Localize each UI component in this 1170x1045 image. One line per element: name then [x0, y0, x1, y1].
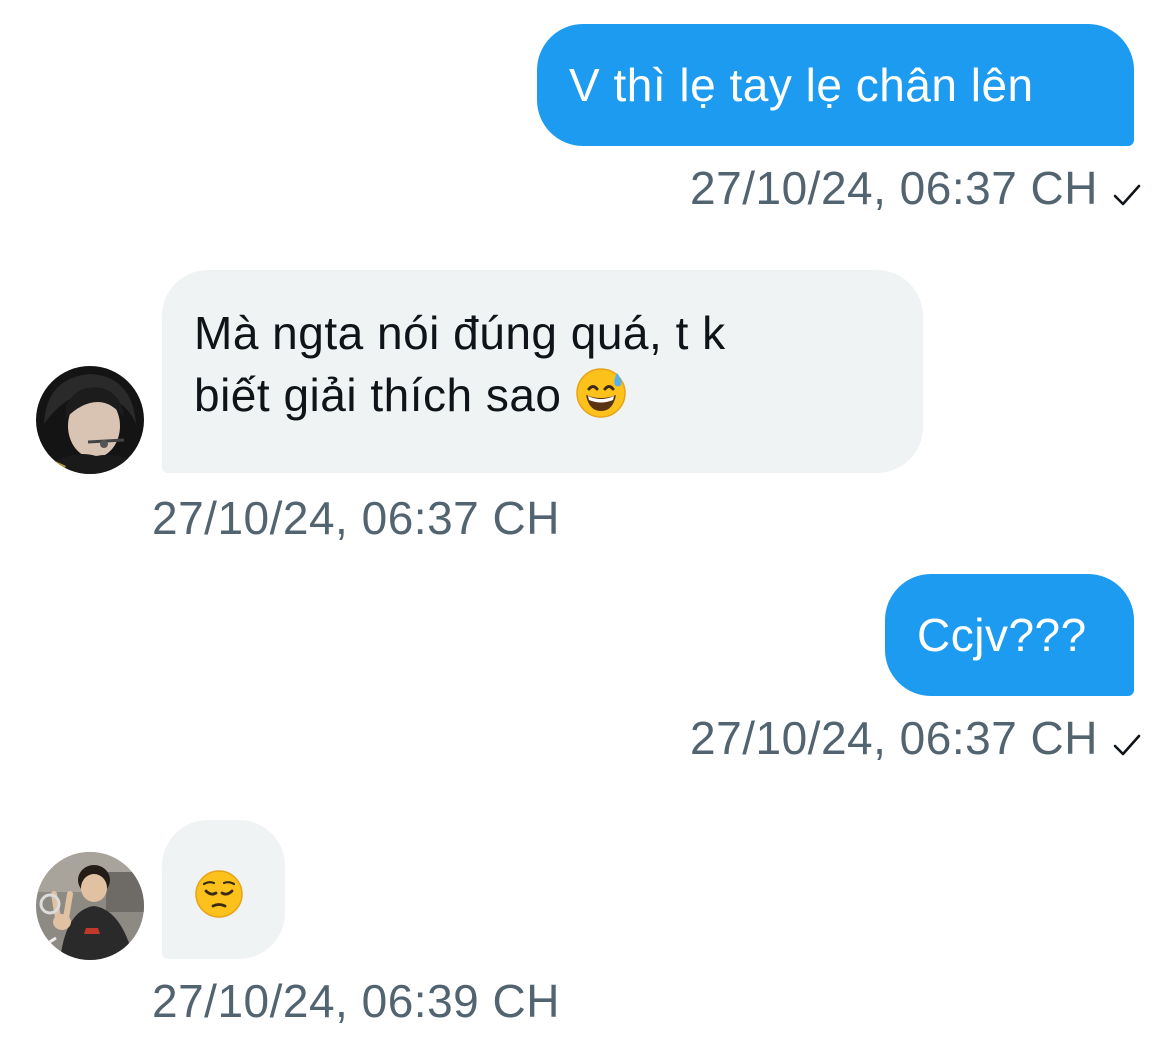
- message-text: V thì lẹ tay lẹ chân lên: [569, 59, 1034, 111]
- message-text-line: biết giải thích sao: [194, 369, 562, 421]
- message-timestamp: 27/10/24, 06:37 CH: [690, 712, 1098, 764]
- grinning-face-with-sweat-icon: [575, 367, 627, 434]
- pensive-face-icon: [194, 869, 244, 934]
- checkmark-icon: [1112, 166, 1142, 222]
- message-timestamp: 27/10/24, 06:37 CH: [152, 492, 560, 544]
- message-meta: 27/10/24, 06:37 CH: [690, 710, 1142, 772]
- message-text: Ccjv???: [917, 609, 1087, 661]
- avatar[interactable]: [36, 852, 144, 960]
- message-timestamp: 27/10/24, 06:39 CH: [152, 975, 560, 1027]
- received-message-bubble[interactable]: Mà ngta nói đúng quá, t k biết giải thíc…: [162, 270, 923, 473]
- sent-message-bubble[interactable]: V thì lẹ tay lẹ chân lên: [537, 24, 1134, 146]
- avatar-with-headset-icon: [36, 366, 144, 474]
- avatar[interactable]: [36, 366, 144, 474]
- message-text-line: Mà ngta nói đúng quá, t k: [194, 307, 726, 359]
- sent-message-bubble[interactable]: Ccjv???: [885, 574, 1134, 696]
- received-message-bubble[interactable]: [162, 820, 285, 959]
- avatar-peace-sign-icon: [36, 852, 144, 960]
- message-meta: 27/10/24, 06:37 CH: [690, 160, 1142, 222]
- message-timestamp: 27/10/24, 06:37 CH: [690, 162, 1098, 214]
- checkmark-icon: [1112, 716, 1142, 772]
